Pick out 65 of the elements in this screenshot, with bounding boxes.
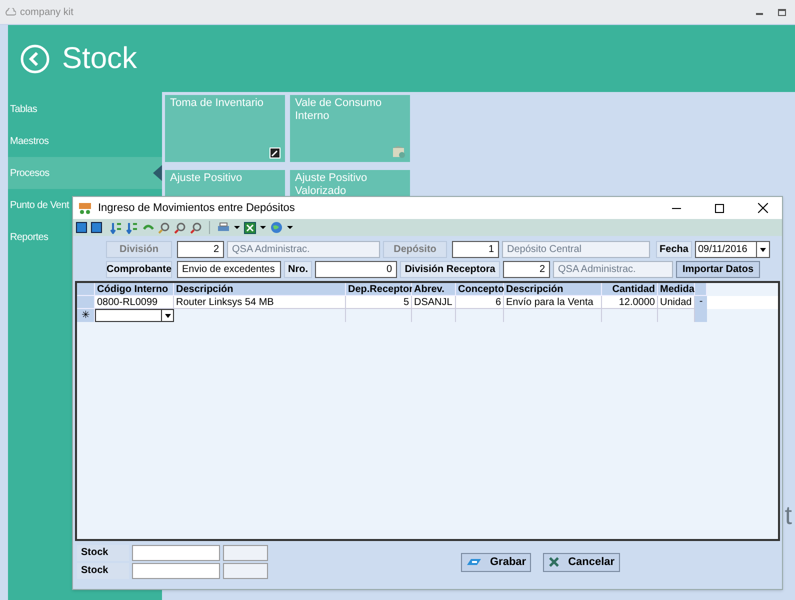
edit-icon bbox=[269, 147, 281, 159]
cloud-icon bbox=[4, 8, 16, 16]
table-cell: Envío para la Venta bbox=[504, 296, 602, 309]
maximize-icon[interactable] bbox=[778, 8, 786, 16]
dropdown-icon[interactable] bbox=[234, 226, 240, 229]
search-icon[interactable] bbox=[190, 222, 202, 234]
stock-field[interactable] bbox=[132, 545, 220, 561]
name-field[interactable]: QSA Administrac. bbox=[553, 261, 673, 278]
field-label: Fecha bbox=[656, 241, 692, 258]
cancel-button[interactable]: Cancelar bbox=[543, 552, 620, 572]
background-text: t bbox=[784, 499, 792, 532]
column-header[interactable]: Concepto bbox=[456, 283, 504, 296]
field-label: Stock bbox=[77, 563, 129, 579]
column-header[interactable]: Código Interno bbox=[95, 283, 174, 296]
undo-icon[interactable] bbox=[142, 222, 154, 232]
sort-ascending-icon[interactable] bbox=[110, 222, 122, 234]
sort-descending-icon[interactable] bbox=[126, 222, 138, 234]
column-header[interactable]: Cantidad bbox=[602, 283, 658, 296]
field-label: Stock bbox=[77, 545, 129, 561]
page-title: Stock bbox=[62, 41, 138, 77]
close-icon[interactable] bbox=[758, 203, 768, 213]
spreadsheet-icon[interactable] bbox=[244, 222, 256, 234]
new-row-marker: ✳ bbox=[77, 309, 95, 322]
dropdown-icon[interactable] bbox=[287, 226, 293, 229]
table-cell: 12.0000 bbox=[602, 296, 658, 309]
cart-icon bbox=[78, 202, 92, 214]
close-icon bbox=[548, 556, 560, 568]
stock-field[interactable] bbox=[223, 563, 268, 579]
maximize-icon[interactable] bbox=[715, 204, 724, 212]
stock-field[interactable] bbox=[132, 563, 220, 579]
voucher-field[interactable]: Envio de excedentes bbox=[177, 261, 281, 278]
printer-icon[interactable] bbox=[217, 222, 230, 233]
code-combo-field[interactable] bbox=[95, 309, 174, 322]
field-label: Nro. bbox=[284, 261, 312, 278]
dropdown-icon[interactable] bbox=[260, 226, 266, 229]
column-header[interactable]: Dep.Receptor bbox=[346, 283, 412, 296]
search-icon[interactable] bbox=[158, 222, 170, 234]
import-button[interactable]: Importar Datos bbox=[676, 261, 760, 278]
table-cell: Router Linksys 54 MB bbox=[174, 296, 346, 309]
app-title: company kit bbox=[20, 6, 74, 20]
field-label: División bbox=[106, 241, 172, 258]
column-header[interactable]: Descripción bbox=[174, 283, 346, 296]
table-cell: 6 bbox=[456, 296, 504, 309]
field-label: División Receptora bbox=[400, 261, 500, 278]
save-button[interactable]: Grabar bbox=[461, 552, 532, 572]
column-header[interactable]: Medida bbox=[658, 283, 695, 296]
number-field[interactable]: 0 bbox=[315, 261, 397, 278]
column-header[interactable]: Abrev. bbox=[412, 283, 456, 296]
field-label: Comprobante bbox=[106, 261, 172, 278]
globe-icon[interactable] bbox=[270, 221, 283, 234]
forward-icon[interactable] bbox=[91, 222, 102, 233]
table-cell: 5 bbox=[346, 296, 412, 309]
dialog-title: Ingreso de Movimientos entre Depósitos bbox=[98, 200, 295, 216]
date-field[interactable]: 09/11/2016 bbox=[695, 241, 770, 258]
back-icon[interactable] bbox=[76, 222, 87, 233]
row-end-marker: - bbox=[695, 296, 707, 309]
code-field[interactable]: 2 bbox=[503, 261, 550, 278]
table-cell: DSANJL bbox=[412, 296, 456, 309]
package-icon bbox=[392, 145, 406, 159]
search-icon[interactable] bbox=[174, 222, 186, 234]
field-label: Depósito bbox=[383, 241, 447, 258]
column-header[interactable]: Descripción bbox=[504, 283, 602, 296]
row-end-marker bbox=[695, 309, 707, 322]
dropdown-icon[interactable] bbox=[161, 310, 173, 321]
stock-field[interactable] bbox=[223, 545, 268, 561]
